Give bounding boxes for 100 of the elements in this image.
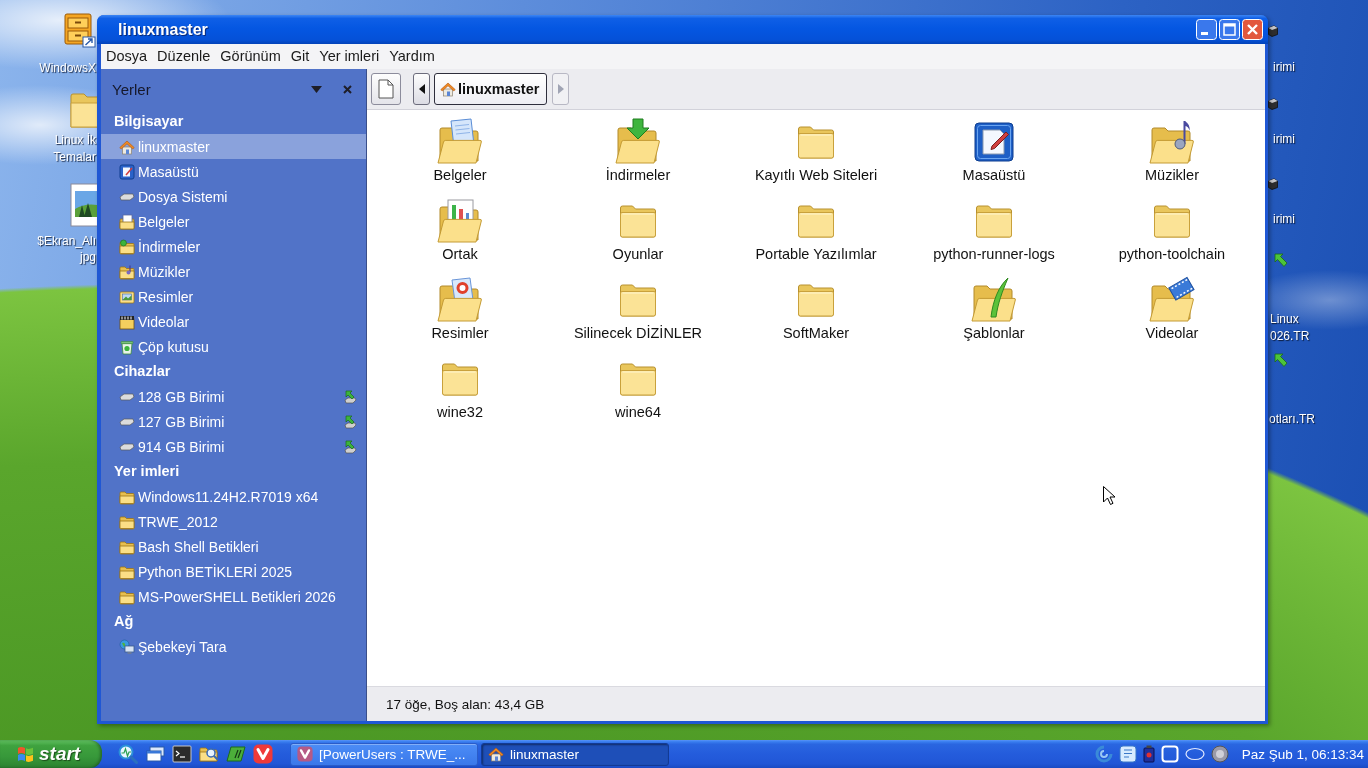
desktop-icon-label[interactable]: irimi — [1273, 211, 1295, 228]
menu-item[interactable]: Düzenle — [152, 44, 216, 69]
sidebar-title: Yerler — [112, 80, 151, 98]
v-logo-icon[interactable] — [253, 744, 273, 764]
windows-stack-icon[interactable] — [145, 744, 165, 764]
folder-icon — [797, 203, 835, 239]
sidebar-item[interactable]: 914 GB Birimi — [101, 434, 366, 459]
path-button[interactable]: linuxmaster — [434, 73, 548, 105]
drive-arrow-icon[interactable] — [343, 439, 357, 454]
sidebar-item[interactable]: 127 GB Birimi — [101, 409, 366, 434]
home-icon — [119, 138, 135, 155]
sidebar-item[interactable]: 128 GB Birimi — [101, 384, 366, 409]
network-icon — [119, 638, 135, 655]
desktop-icon-label[interactable]: otları.TR — [1269, 411, 1315, 428]
file-item[interactable]: Kayıtlı Web Siteleri — [754, 118, 878, 184]
desktop-icon-label[interactable]: Linux 026.TR — [1270, 311, 1310, 345]
drive-icon[interactable] — [1268, 98, 1278, 110]
speaker-icon[interactable] — [1210, 745, 1229, 763]
file-item[interactable]: Müzikler — [1145, 118, 1199, 184]
menu-item[interactable]: Yardım — [384, 44, 440, 69]
section-heading: Ağ — [114, 612, 134, 631]
battery-icon[interactable] — [1142, 745, 1155, 763]
sidebar-item[interactable]: TRWE_2012 — [101, 509, 366, 534]
file-item[interactable]: Portable Yazılımlar — [755, 197, 877, 263]
desktop-icon-label[interactable]: irimi — [1273, 131, 1295, 148]
taskbar-button[interactable]: linuxmaster — [481, 742, 669, 766]
notes-icon[interactable] — [1118, 745, 1137, 763]
file-item[interactable]: Oyunlar — [612, 197, 664, 263]
file-item[interactable]: Videolar — [1145, 276, 1199, 342]
swirl-icon[interactable] — [1094, 745, 1113, 763]
filing-cabinet-icon[interactable] — [62, 12, 96, 48]
section-heading: Cihazlar — [114, 362, 171, 381]
sidebar-item[interactable]: MS-PowerSHELL Betikleri 2026 — [101, 584, 366, 609]
file-item[interactable]: python-toolchain — [1118, 197, 1226, 263]
file-item[interactable]: Ortak — [436, 197, 484, 263]
sidebar-item[interactable]: Videolar — [101, 309, 366, 334]
image-file-icon[interactable] — [70, 183, 97, 228]
drive-icon — [119, 417, 135, 426]
clock: Paz Şub 1, 06:13:34 — [1241, 746, 1364, 762]
file-item[interactable]: Belgeler — [433, 118, 487, 184]
start-button[interactable]: start — [0, 740, 102, 768]
close-icon[interactable] — [343, 84, 352, 94]
magnifier-icon[interactable] — [118, 744, 138, 764]
file-item[interactable]: python-runner-logs — [933, 197, 1055, 263]
drive-icon[interactable] — [1268, 25, 1278, 37]
sidebar-item[interactable]: Windows11.24H2.R7019 x64 — [101, 484, 366, 509]
window-square-icon[interactable] — [1160, 745, 1179, 763]
film-folder-icon — [1148, 276, 1196, 324]
sidebar-item[interactable]: Belgeler — [101, 209, 366, 234]
drive-arrow-icon[interactable] — [343, 389, 357, 404]
folder-icon — [797, 282, 835, 318]
picture-folder-icon — [436, 276, 484, 324]
shortcut-arrow-icon[interactable] — [1274, 353, 1288, 368]
folder-icon — [619, 203, 657, 239]
desktop-icon-label[interactable]: irimi — [1273, 59, 1295, 76]
page-button[interactable] — [371, 73, 401, 105]
status-text: 17 öğe, Boş alan: 43,4 GB — [386, 696, 545, 712]
folder-icon — [441, 361, 479, 397]
sidebar-item[interactable]: Resimler — [101, 284, 366, 309]
maximize-icon[interactable] — [1219, 19, 1240, 40]
oval-icon[interactable] — [1184, 747, 1205, 761]
picture-folder-icon — [119, 288, 135, 305]
dropdown-caret-icon[interactable] — [311, 85, 322, 93]
menu-item[interactable]: Görünüm — [215, 44, 286, 69]
terminal-icon[interactable] — [172, 744, 192, 764]
back-button[interactable] — [413, 73, 430, 105]
file-item[interactable]: Şablonlar — [963, 276, 1025, 342]
trash-icon — [119, 338, 135, 355]
section-heading: Yer imleri — [114, 462, 180, 481]
file-item[interactable]: SoftMaker — [782, 276, 850, 342]
sidebar-item[interactable]: Python BETİKLERİ 2025 — [101, 559, 366, 584]
drive-icon — [119, 392, 135, 401]
sidebar-item[interactable]: Şebekeyi Tara — [101, 634, 366, 659]
menu-item[interactable]: Git — [285, 44, 315, 69]
file-item[interactable]: Silinecek DİZİNLER — [573, 276, 703, 342]
drive-icon[interactable] — [1268, 178, 1278, 190]
sidebar-item[interactable]: Çöp kutusu — [101, 334, 366, 359]
sidebar-item[interactable]: İndirmeler — [101, 234, 366, 259]
menu-item[interactable]: Yer imleri — [314, 44, 385, 69]
file-item[interactable]: İndirmeler — [605, 118, 671, 184]
window-title: linuxmaster — [118, 20, 208, 39]
right-triangle-icon — [557, 84, 564, 94]
file-item[interactable]: wine64 — [614, 355, 662, 421]
folder-icon — [119, 588, 135, 605]
sidebar-item[interactable]: Müzikler — [101, 259, 366, 284]
drive-arrow-icon[interactable] — [343, 414, 357, 429]
folder-icon — [119, 538, 135, 555]
menu-item[interactable]: Dosya — [101, 44, 153, 69]
file-item[interactable]: Masaüstü — [962, 118, 1026, 184]
document-folder-icon — [119, 213, 135, 230]
minimize-icon[interactable] — [1196, 19, 1217, 40]
file-item[interactable]: Resimler — [431, 276, 489, 342]
sidebar-item[interactable]: Masaüstü — [101, 159, 366, 184]
spreadsheet-icon[interactable] — [226, 744, 246, 764]
taskbar-button[interactable]: [PowerUsers : TRWE_... — [290, 742, 478, 766]
file-item[interactable]: wine32 — [436, 355, 484, 421]
folder-search-icon[interactable] — [199, 744, 219, 764]
shortcut-arrow-icon[interactable] — [1274, 253, 1288, 268]
sidebar-item[interactable]: Bash Shell Betikleri — [101, 534, 366, 559]
sidebar-item[interactable]: Dosya Sistemi — [101, 184, 366, 209]
